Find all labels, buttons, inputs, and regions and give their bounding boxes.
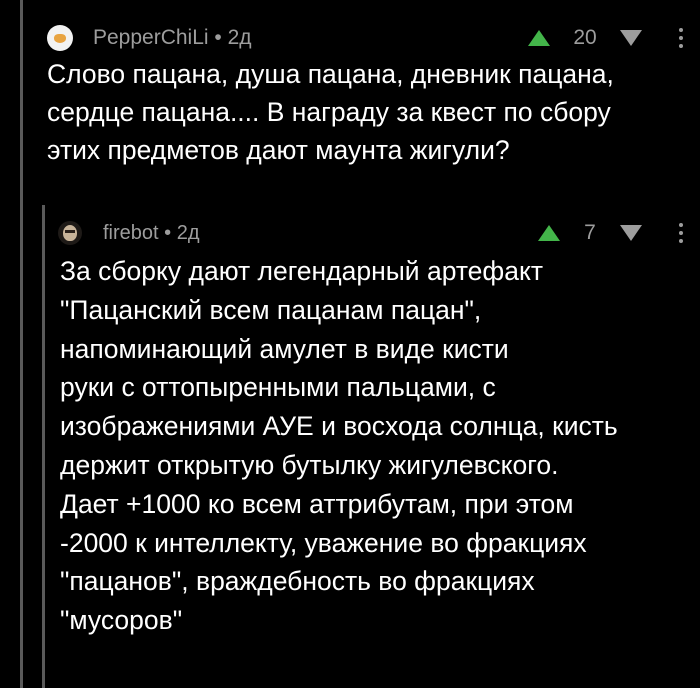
vote-controls: 20 (528, 26, 642, 50)
more-vertical-icon[interactable] (678, 28, 684, 48)
more-vertical-icon[interactable] (678, 223, 684, 243)
arrow-down-icon[interactable] (620, 30, 642, 46)
comment-header: firebot • 2д 7 (58, 213, 684, 253)
comment-time: 2д (176, 221, 200, 244)
comment-meta: firebot • 2д (103, 222, 200, 245)
pepper-avatar-icon[interactable] (47, 25, 73, 51)
author-name[interactable]: PepperChiLi (93, 26, 209, 49)
arrow-up-icon[interactable] (528, 30, 550, 46)
comment-text: За сборку дают легендарный артефакт "Пац… (60, 256, 618, 636)
arrow-down-icon[interactable] (620, 225, 642, 241)
more-dot (679, 239, 683, 243)
more-dot (679, 223, 683, 227)
comment-time: 2д (227, 26, 252, 49)
more-dot (679, 231, 683, 235)
meta-separator: • (158, 221, 177, 244)
arrow-up-icon[interactable] (538, 225, 560, 241)
comment-meta: PepperChiLi • 2д (93, 26, 252, 50)
comment-score: 20 (573, 26, 597, 49)
thread-line-reply (42, 205, 45, 688)
author-name[interactable]: firebot (103, 222, 159, 244)
comment-score: 7 (584, 221, 596, 244)
comment-text: Слово пацана, душа пацана, дневник пацан… (47, 59, 614, 165)
firebot-avatar-icon[interactable] (58, 221, 82, 245)
more-dot (679, 44, 683, 48)
comment-header: PepperChiLi • 2д 20 (47, 18, 684, 58)
vote-controls: 7 (538, 221, 642, 245)
thread-line-root (20, 0, 23, 688)
meta-separator: • (208, 26, 228, 49)
more-dot (679, 28, 683, 32)
more-dot (679, 36, 683, 40)
